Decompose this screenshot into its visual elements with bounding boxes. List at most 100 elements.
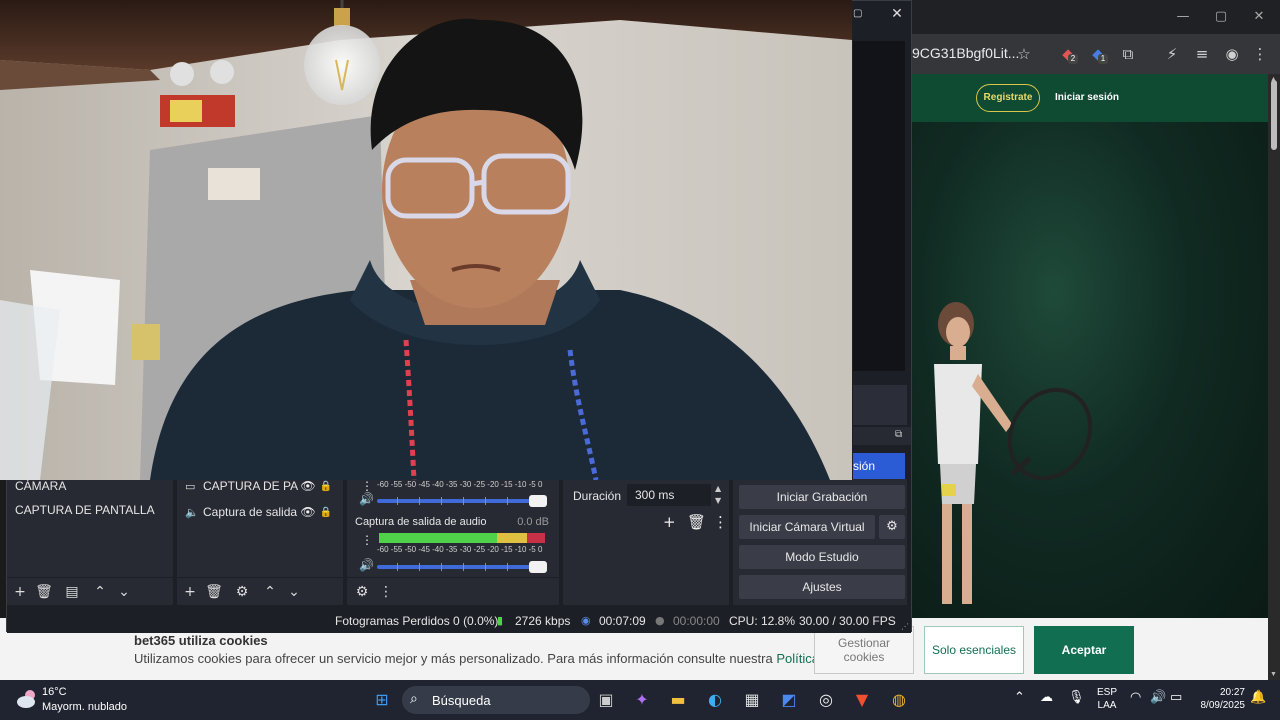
visibility-eye-icon[interactable]: 👁 [299, 505, 317, 519]
close-button[interactable]: ✕ [1242, 6, 1276, 28]
chevron-up-icon[interactable]: ⌃ [91, 583, 109, 601]
volume-icon[interactable]: 🔊 [359, 558, 374, 572]
microphone-icon[interactable]: 🎙 [1068, 690, 1085, 705]
weather-cloudy-icon[interactable] [16, 688, 38, 710]
extension-badge: 1 [1098, 54, 1108, 64]
gear-icon[interactable]: ⚙ [233, 583, 251, 601]
start-virtual-camera-button[interactable]: Iniciar Cámara Virtual [739, 515, 875, 539]
undock-icon[interactable]: ⧉ [895, 429, 902, 440]
virtual-camera-gear-icon[interactable]: ⚙ [879, 515, 905, 539]
extension-badge: 2 [1068, 54, 1078, 64]
more-dots-icon[interactable]: ⋮ [361, 479, 373, 493]
keyboard-layout: LAA [1097, 700, 1117, 711]
maximize-button[interactable]: ▢ [1204, 6, 1238, 28]
resize-grip-icon[interactable]: ⋰ [901, 622, 909, 631]
add-icon[interactable]: + [663, 513, 676, 531]
manage-cookies-button[interactable]: Gestionar cookies [814, 626, 914, 674]
file-explorer-icon[interactable]: ▬ [666, 688, 690, 712]
battery-icon[interactable]: ▭ [1170, 690, 1182, 705]
site-header: Registrate Iniciar sesión [912, 74, 1268, 122]
lock-icon[interactable]: 🔒 [317, 507, 335, 518]
show-hidden-icons-chevron-up-icon[interactable]: ⌃ [1014, 690, 1025, 705]
volume-slider[interactable] [377, 561, 547, 573]
address-bar[interactable]: 9CG31Bbgf0Lit... [912, 45, 1019, 61]
spin-down-icon[interactable]: ▼ [715, 496, 721, 505]
trash-icon[interactable]: 🗑 [35, 583, 53, 601]
app-icon[interactable]: ◩ [777, 688, 801, 712]
settings-button[interactable]: Ajustes [739, 575, 905, 599]
accept-cookies-button[interactable]: Aceptar [1034, 626, 1134, 674]
slider-knob[interactable] [529, 495, 547, 507]
website-content: Registrate Iniciar sesión [912, 74, 1268, 618]
language-code: ESP [1097, 687, 1118, 698]
taskbar-search[interactable]: ⌕ Búsqueda [402, 686, 590, 714]
scroll-down-arrow-icon[interactable]: ▼ [1270, 671, 1277, 678]
fps-readout: 30.00 / 30.00 FPS [799, 614, 896, 628]
chevron-up-icon[interactable]: ⌃ [261, 583, 279, 601]
mixer-channel-label: Captura de salida de audio [355, 516, 487, 528]
cloud-icon[interactable]: ☁ [1040, 690, 1053, 705]
volume-icon[interactable]: 🔊 [359, 492, 374, 506]
source-item[interactable]: 🔈 Captura de salida 👁 🔒 [185, 505, 335, 519]
volume-icon[interactable]: 🔊 [1150, 690, 1166, 705]
slider-knob[interactable] [529, 561, 547, 573]
cookie-text: Utilizamos cookies para ofrecer un servi… [134, 651, 885, 666]
chrome-browser-icon[interactable]: ◍ [887, 688, 911, 712]
edge-browser-icon[interactable]: ◐ [703, 688, 727, 712]
profile-icon[interactable]: ◉ [1222, 44, 1242, 64]
volume-slider[interactable] [377, 495, 547, 507]
notification-bell-icon[interactable]: 🔔 [1250, 690, 1266, 705]
chevron-down-icon[interactable]: ⌄ [115, 583, 133, 601]
obs-close-button[interactable]: ✕ [887, 5, 907, 23]
essential-cookies-button[interactable]: Solo esenciales [924, 626, 1024, 674]
webcam-feed [0, 0, 852, 480]
advanced-audio-gear-icon[interactable]: ⚙ [353, 583, 371, 601]
add-icon[interactable]: + [11, 583, 29, 601]
trash-icon[interactable]: 🗑 [687, 513, 706, 531]
register-button[interactable]: Registrate [976, 84, 1040, 112]
language-indicator[interactable]: ESP LAA [1097, 686, 1117, 712]
task-view-icon[interactable]: ▣ [594, 688, 618, 712]
more-dots-icon[interactable]: ⋮ [713, 513, 728, 531]
trash-icon[interactable]: 🗑 [205, 583, 223, 601]
controls-dock: Iniciar Grabación Iniciar Cámara Virtual… [733, 479, 907, 605]
start-recording-button[interactable]: Iniciar Grabación [739, 485, 905, 509]
performance-icon[interactable]: ⚡ [1162, 44, 1182, 64]
source-item[interactable]: ▭ CAPTURA DE PANTALLA 👁 🔒 [185, 479, 335, 493]
scene-item[interactable]: CAPTURA DE PANTALLA [15, 503, 155, 517]
meter-ticks: -60 -55 -50 -45 -40 -35 -30 -25 -20 -15 … [377, 545, 543, 554]
spin-up-icon[interactable]: ▲ [715, 484, 721, 493]
system-clock[interactable]: 20:27 8/09/2025 [1195, 686, 1246, 712]
scrollbar-thumb[interactable] [1271, 80, 1277, 150]
search-icon: ⌕ [410, 691, 418, 707]
wifi-icon[interactable]: ◠ [1130, 690, 1141, 705]
duration-input[interactable]: 300 ms [627, 484, 711, 506]
page-scrollbar[interactable]: ▲ ▼ [1268, 74, 1280, 680]
search-placeholder: Búsqueda [432, 693, 491, 708]
brave-browser-icon[interactable]: ▼ [850, 688, 874, 712]
obs-stream-button[interactable]: sión [853, 453, 905, 479]
menu-dots-icon[interactable]: ⋮ [1250, 44, 1270, 64]
login-button[interactable]: Iniciar sesión [1052, 84, 1122, 112]
chevron-down-icon[interactable]: ⌄ [285, 583, 303, 601]
extensions-puzzle-icon[interactable]: ⧉ [1118, 44, 1138, 64]
lock-icon[interactable]: 🔒 [317, 481, 335, 492]
studio-mode-button[interactable]: Modo Estudio [739, 545, 905, 569]
filter-icon[interactable]: ▤ [63, 583, 81, 601]
visibility-eye-icon[interactable]: 👁 [299, 479, 317, 493]
windows-start-icon[interactable]: ⊞ [370, 688, 394, 712]
minimize-button[interactable]: — [1166, 6, 1200, 28]
more-dots-icon[interactable]: ⋮ [361, 533, 373, 547]
obs-side-panel [853, 385, 907, 425]
reading-list-icon[interactable]: ≡ [1192, 44, 1212, 64]
microsoft-store-icon[interactable]: ▦ [740, 688, 764, 712]
mixer-menu-dots-icon[interactable]: ⋮ [377, 583, 395, 601]
copilot-icon[interactable]: ✦ [630, 688, 654, 712]
record-time: 00:00:00 [673, 614, 720, 628]
obs-restore-icon[interactable]: ▢ [853, 5, 863, 23]
tennis-player-image [934, 302, 1092, 604]
obs-studio-icon[interactable]: ◎ [814, 688, 838, 712]
scene-item[interactable]: CÁMARA [15, 479, 66, 493]
bookmark-star-icon[interactable]: ☆ [1014, 44, 1034, 64]
add-icon[interactable]: + [181, 583, 199, 601]
